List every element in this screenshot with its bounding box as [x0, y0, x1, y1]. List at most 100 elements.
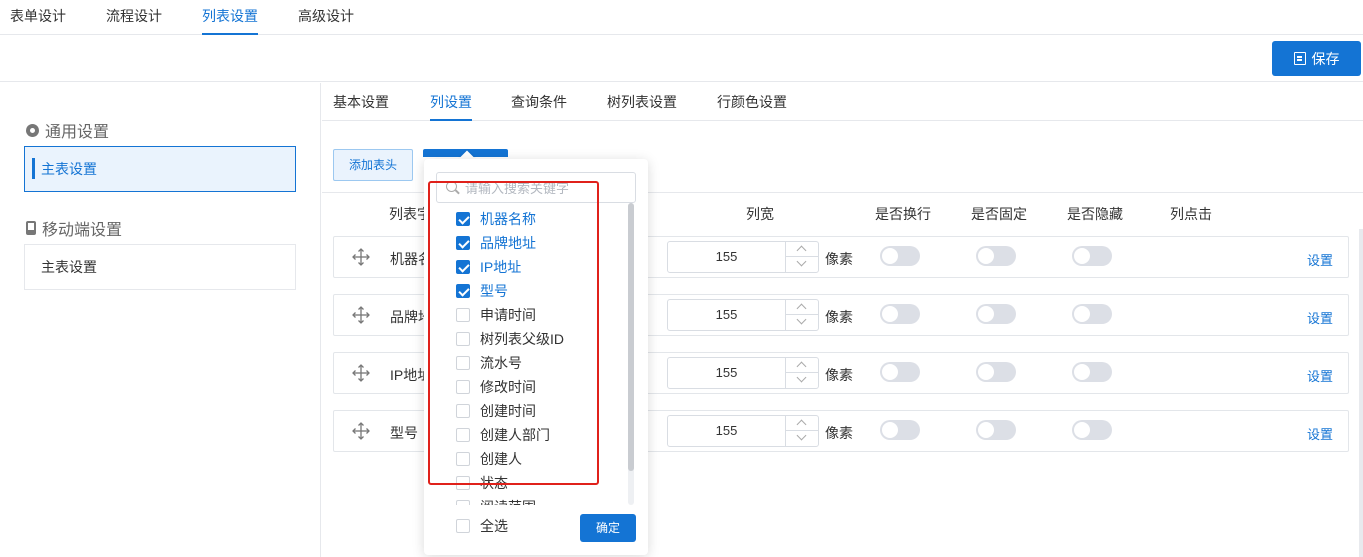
- chevron-up-icon: [796, 303, 807, 314]
- list-item[interactable]: 机器名称: [456, 207, 536, 231]
- tab-basic-settings[interactable]: 基本设置: [333, 83, 389, 121]
- drag-move-icon[interactable]: [352, 422, 370, 440]
- hidden-toggle[interactable]: [1072, 246, 1112, 266]
- scrollbar-thumb[interactable]: [628, 203, 634, 471]
- unit-label: 像素: [825, 251, 853, 267]
- checkbox[interactable]: [456, 500, 470, 505]
- decrease-button[interactable]: [786, 372, 818, 388]
- search-input[interactable]: [465, 178, 625, 198]
- tab-column-settings[interactable]: 列设置: [430, 83, 472, 121]
- increase-button[interactable]: [786, 242, 818, 257]
- left-panel: 通用设置 主表设置 移动端设置 主表设置: [0, 83, 321, 557]
- mobile-settings-title: 移动端设置: [26, 216, 122, 240]
- chevron-down-icon: [796, 314, 807, 325]
- menu-main-table-settings-general[interactable]: 主表设置: [24, 146, 296, 192]
- checkbox[interactable]: [456, 476, 470, 490]
- unit-label: 像素: [825, 425, 853, 441]
- header-wrap: 是否换行: [875, 206, 931, 222]
- add-header-button[interactable]: 添加表头: [333, 149, 413, 181]
- decrease-button[interactable]: [786, 430, 818, 446]
- checkbox[interactable]: [456, 260, 470, 274]
- increase-button[interactable]: [786, 416, 818, 431]
- option-list: 机器名称 品牌地址 IP地址 型号 申请时间 树列表父级ID 流水号 修改时间 …: [424, 203, 648, 505]
- checkbox[interactable]: [456, 428, 470, 442]
- increase-button[interactable]: [786, 300, 818, 315]
- checkbox[interactable]: [456, 519, 470, 533]
- column-width-input[interactable]: 155: [667, 415, 819, 447]
- header-fixed: 是否固定: [971, 206, 1027, 222]
- unit-label: 像素: [825, 309, 853, 325]
- decrease-button[interactable]: [786, 256, 818, 272]
- fixed-toggle[interactable]: [976, 362, 1016, 382]
- list-item[interactable]: 阅读范围: [456, 495, 536, 505]
- select-all-checkbox[interactable]: 全选: [456, 516, 508, 536]
- drag-move-icon[interactable]: [352, 306, 370, 324]
- tab-row-color-settings[interactable]: 行颜色设置: [717, 83, 787, 121]
- tab-tree-list-settings[interactable]: 树列表设置: [607, 83, 677, 121]
- column-width-input[interactable]: 155: [667, 357, 819, 389]
- checkbox[interactable]: [456, 332, 470, 346]
- list-item[interactable]: IP地址: [456, 255, 521, 279]
- dropdown-search[interactable]: [436, 172, 636, 203]
- wrap-toggle[interactable]: [880, 420, 920, 440]
- list-item[interactable]: 品牌地址: [456, 231, 536, 255]
- chevron-down-icon: [796, 430, 807, 441]
- hidden-toggle[interactable]: [1072, 362, 1112, 382]
- checkbox[interactable]: [456, 452, 470, 466]
- list-item[interactable]: 修改时间: [456, 375, 536, 399]
- confirm-button[interactable]: 确定: [580, 514, 636, 542]
- fixed-toggle[interactable]: [976, 304, 1016, 324]
- column-click-settings-link[interactable]: 设置: [1307, 308, 1333, 327]
- checkbox[interactable]: [456, 404, 470, 418]
- general-settings-title: 通用设置: [26, 118, 109, 142]
- chevron-up-icon: [796, 419, 807, 430]
- list-item[interactable]: 创建时间: [456, 399, 536, 423]
- checkbox[interactable]: [456, 356, 470, 370]
- checkbox[interactable]: [456, 284, 470, 298]
- tab-flow-design[interactable]: 流程设计: [106, 0, 162, 35]
- list-item[interactable]: 流水号: [456, 351, 522, 375]
- wrap-toggle[interactable]: [880, 362, 920, 382]
- option-list-scrollbar[interactable]: [628, 203, 634, 505]
- list-item[interactable]: 状态: [456, 471, 508, 495]
- increase-button[interactable]: [786, 358, 818, 373]
- wrap-toggle[interactable]: [880, 304, 920, 324]
- hidden-toggle[interactable]: [1072, 420, 1112, 440]
- column-click-settings-link[interactable]: 设置: [1307, 424, 1333, 443]
- column-click-settings-link[interactable]: 设置: [1307, 250, 1333, 269]
- header-hidden: 是否隐藏: [1067, 206, 1123, 222]
- column-width-input[interactable]: 155: [667, 299, 819, 331]
- row-field-name: 品牌地址: [390, 309, 426, 325]
- unit-label: 像素: [825, 367, 853, 383]
- chevron-up-icon: [796, 245, 807, 256]
- list-item[interactable]: 申请时间: [456, 303, 536, 327]
- list-item[interactable]: 树列表父级ID: [456, 327, 564, 351]
- checkbox[interactable]: [456, 236, 470, 250]
- checkbox[interactable]: [456, 308, 470, 322]
- fixed-toggle[interactable]: [976, 246, 1016, 266]
- checkbox[interactable]: [456, 212, 470, 226]
- column-width-input[interactable]: 155: [667, 241, 819, 273]
- drag-move-icon[interactable]: [352, 364, 370, 382]
- list-item[interactable]: 创建人部门: [456, 423, 550, 447]
- menu-main-table-settings-mobile[interactable]: 主表设置: [24, 244, 296, 290]
- list-item[interactable]: 型号: [456, 279, 508, 303]
- hidden-toggle[interactable]: [1072, 304, 1112, 324]
- tab-advanced-design[interactable]: 高级设计: [298, 0, 354, 35]
- drag-move-icon[interactable]: [352, 248, 370, 266]
- top-tab-bar: 表单设计 流程设计 列表设置 高级设计: [0, 0, 1363, 35]
- checkbox[interactable]: [456, 380, 470, 394]
- tab-list-settings[interactable]: 列表设置: [202, 0, 258, 35]
- fixed-toggle[interactable]: [976, 420, 1016, 440]
- tab-form-design[interactable]: 表单设计: [10, 0, 66, 35]
- save-button[interactable]: 保存: [1272, 41, 1361, 76]
- decrease-button[interactable]: [786, 314, 818, 330]
- content-scrollbar[interactable]: [1359, 229, 1363, 557]
- wrap-toggle[interactable]: [880, 246, 920, 266]
- search-icon: [446, 181, 457, 192]
- mobile-icon: [26, 221, 36, 235]
- column-click-settings-link[interactable]: 设置: [1307, 366, 1333, 385]
- row-field-name: IP地址: [390, 367, 426, 383]
- list-item[interactable]: 创建人: [456, 447, 522, 471]
- tab-query-conditions[interactable]: 查询条件: [511, 83, 567, 121]
